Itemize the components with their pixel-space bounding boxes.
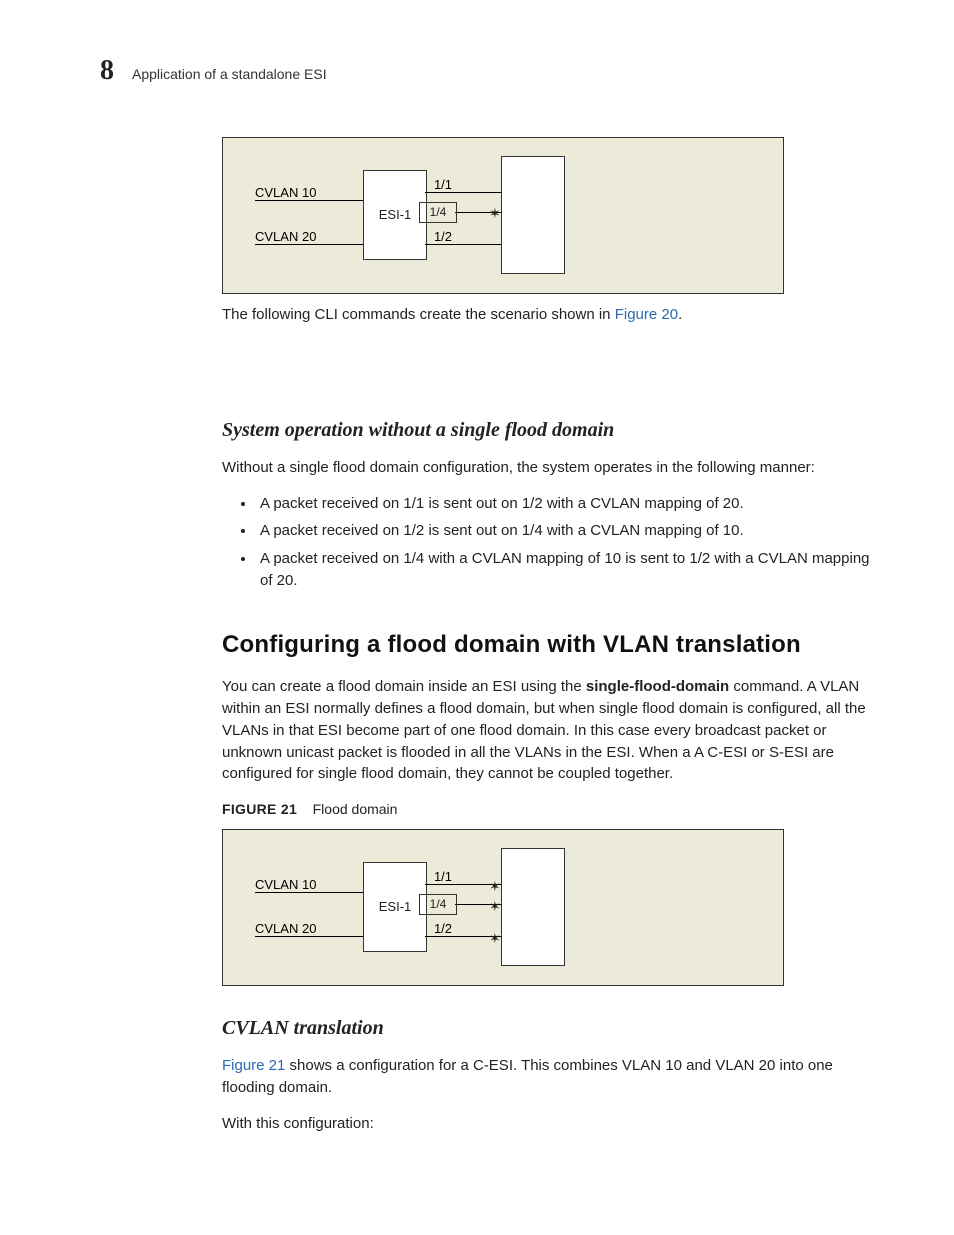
port-1-4-label: 1/4 [430,204,447,221]
port-1-4-box: 1/4 [419,202,457,223]
cvlan20-underline [255,244,317,245]
port-1-4-box: 1/4 [419,894,457,915]
list-item: A packet received on 1/4 with a CVLAN ma… [256,548,874,592]
section2-pre: You can create a flood domain inside an … [222,678,586,695]
cvlan20-underline [255,936,317,937]
caption20-suffix: . [678,306,682,323]
line-cvlan10-esi [317,200,363,201]
burst-icon: ✶ [489,896,501,916]
caption20-prefix: The following CLI commands create the sc… [222,306,615,323]
esi-box: ESI-1 [363,862,427,952]
right-box [501,848,565,966]
figure-20-diagram: CVLAN 10 CVLAN 20 ESI-1 1/1 1/4 1/2 ✶ [222,137,784,294]
figure-21-label: FIGURE 21 [222,801,297,817]
line-port-1-2 [425,244,501,245]
burst-icon: ✶ [489,928,501,948]
section3-para1-rest: shows a configuration for a C-ESI. This … [222,1057,833,1096]
cvlan10-underline [255,200,317,201]
right-box [501,156,565,274]
section1-intro: Without a single flood domain configurat… [222,457,874,479]
page-header: 8 Application of a standalone ESI [100,55,894,87]
line-cvlan20-esi [317,936,363,937]
page: 8 Application of a standalone ESI CVLAN … [0,0,954,1235]
figure-21-caption: FIGURE 21 Flood domain [222,799,874,819]
figure-21-title: Flood domain [313,801,398,817]
figure-21-diagram: CVLAN 10 CVLAN 20 ESI-1 1/1 1/4 1/2 ✶ ✶ … [222,829,784,986]
cvlan10-underline [255,892,317,893]
heading-system-operation: System operation without a single flood … [222,416,874,445]
list-item: A packet received on 1/1 is sent out on … [256,493,874,515]
list-item: A packet received on 1/2 is sent out on … [256,520,874,542]
section1-bullets: A packet received on 1/1 is sent out on … [222,493,874,592]
line-cvlan20-esi [317,244,363,245]
heading-cvlan-translation: CVLAN translation [222,1014,874,1043]
content: CVLAN 10 CVLAN 20 ESI-1 1/1 1/4 1/2 ✶ Th… [222,137,874,1135]
chapter-number: 8 [100,55,114,87]
burst-icon: ✶ [489,876,501,896]
section3-para1: Figure 21 shows a configuration for a C-… [222,1055,874,1099]
port-1-4-label: 1/4 [430,896,447,913]
figure-20-caption: The following CLI commands create the sc… [222,304,874,326]
line-cvlan10-esi [317,892,363,893]
heading-configuring-flood-domain: Configuring a flood domain with VLAN tra… [222,628,874,663]
section3-para2: With this configuration: [222,1113,874,1135]
esi-box: ESI-1 [363,170,427,260]
section2-paragraph: You can create a flood domain inside an … [222,676,874,785]
section-title: Application of a standalone ESI [132,66,327,82]
esi-label: ESI-1 [379,898,412,917]
burst-icon: ✶ [489,203,501,223]
figure-20-link[interactable]: Figure 20 [615,306,678,323]
single-flood-domain-term: single-flood-domain [586,678,729,695]
esi-label: ESI-1 [379,206,412,225]
figure-21-link[interactable]: Figure 21 [222,1057,285,1074]
line-port-1-1 [425,192,501,193]
